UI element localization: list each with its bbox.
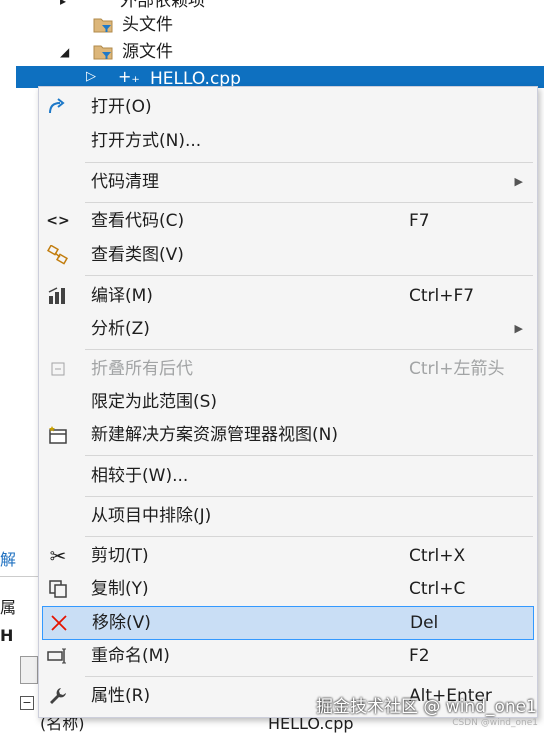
- menu-label: 复制(Y): [91, 579, 149, 599]
- solution-explorer-tab[interactable]: 解: [0, 546, 40, 570]
- context-menu: 打开(O) 打开方式(N)... 代码清理 ▶ <> 查看代码(C) F7 查看…: [38, 86, 538, 718]
- menu-separator: [85, 676, 533, 677]
- menu-item-code-cleanup[interactable]: 代码清理 ▶: [39, 166, 537, 198]
- menu-item-remove[interactable]: 移除(V) Del: [42, 606, 534, 640]
- menu-label: 打开方式(N)...: [91, 131, 202, 151]
- menu-item-open[interactable]: 打开(O): [39, 91, 537, 123]
- class-diagram-icon: [47, 245, 69, 265]
- menu-item-cut[interactable]: ✂ 剪切(T) Ctrl+X: [39, 540, 537, 572]
- menu-item-analyze[interactable]: 分析(Z) ▶: [39, 313, 537, 345]
- tree-row-source-files[interactable]: ◢ 源文件: [0, 39, 544, 65]
- compile-icon: [47, 286, 69, 306]
- collapse-box-icon[interactable]: −: [20, 696, 34, 710]
- collapse-arrow-icon[interactable]: ◢: [60, 39, 69, 65]
- menu-separator: [85, 349, 533, 350]
- menu-label: 折叠所有后代: [91, 359, 193, 379]
- menu-label: 查看类图(V): [91, 245, 184, 265]
- menu-label: 相较于(W)...: [91, 466, 189, 486]
- categorized-icon[interactable]: [20, 656, 38, 684]
- new-window-icon: [47, 425, 69, 445]
- menu-item-rename[interactable]: 重命名(M) F2: [39, 640, 537, 672]
- menu-label: 移除(V): [92, 613, 151, 633]
- watermark: 掘金技术社区 @ wind_one1: [316, 697, 537, 717]
- menu-item-scope-to-this[interactable]: 限定为此范围(S): [39, 386, 537, 418]
- expand-arrow-icon[interactable]: ▷: [86, 66, 96, 88]
- copy-icon: [47, 579, 69, 599]
- menu-item-compile[interactable]: 编译(M) Ctrl+F7: [39, 280, 537, 312]
- menu-separator: [85, 536, 533, 537]
- wrench-icon: [47, 686, 69, 706]
- menu-separator: [85, 496, 533, 497]
- menu-item-view-code[interactable]: <> 查看代码(C) F7: [39, 205, 537, 237]
- csdn-watermark: CSDN @wind_one1: [452, 718, 538, 728]
- menu-item-exclude-from-project[interactable]: 从项目中排除(J): [39, 500, 537, 532]
- menu-item-view-class-diagram[interactable]: 查看类图(V): [39, 239, 537, 271]
- menu-label: 分析(Z): [91, 319, 150, 339]
- menu-item-collapse-all[interactable]: 折叠所有后代 Ctrl+左箭头: [39, 353, 537, 385]
- menu-label: 查看代码(C): [91, 211, 185, 231]
- menu-label: 从项目中排除(J): [91, 506, 212, 526]
- remove-x-icon: [48, 613, 70, 633]
- tree-row-header-files[interactable]: 头文件: [0, 12, 544, 38]
- tree-row-selected-file[interactable]: ▷ +₊ HELLO.cpp: [16, 66, 544, 89]
- divider: [0, 576, 40, 577]
- menu-shortcut: Ctrl+左箭头: [409, 359, 505, 379]
- cpp-file-icon: +₊: [118, 67, 140, 86]
- properties-tab[interactable]: 属: [0, 594, 40, 618]
- menu-item-open-with[interactable]: 打开方式(N)...: [39, 125, 537, 157]
- menu-label: 代码清理: [91, 172, 159, 192]
- menu-label: 限定为此范围(S): [91, 392, 218, 412]
- menu-label: 新建解决方案资源管理器视图(N): [91, 425, 338, 445]
- submenu-arrow-icon: ▶: [514, 175, 523, 188]
- menu-item-copy[interactable]: 复制(Y) Ctrl+C: [39, 573, 537, 605]
- menu-label: 重命名(M): [91, 646, 170, 666]
- filter-folder-icon: [93, 18, 113, 33]
- menu-item-new-explorer-view[interactable]: 新建解决方案资源管理器视图(N): [39, 419, 537, 451]
- menu-shortcut: Del: [410, 613, 439, 633]
- collapse-box-icon: [47, 359, 69, 379]
- submenu-arrow-icon: ▶: [514, 322, 523, 335]
- tree-label: 源文件: [122, 42, 173, 62]
- menu-separator: [85, 275, 533, 276]
- menu-label: 属性(R): [91, 686, 151, 706]
- menu-separator: [85, 162, 533, 163]
- menu-label: 剪切(T): [91, 546, 149, 566]
- menu-shortcut: Ctrl+X: [409, 546, 466, 566]
- tree-label: 头文件: [122, 15, 173, 35]
- menu-shortcut: Ctrl+F7: [409, 286, 475, 306]
- menu-label: 打开(O): [91, 97, 152, 117]
- rename-icon: [47, 646, 69, 666]
- menu-label: 编译(M): [91, 286, 153, 306]
- menu-item-compare-with[interactable]: 相较于(W)...: [39, 460, 537, 492]
- menu-shortcut: F2: [409, 646, 430, 666]
- open-arrow-icon: [47, 97, 69, 117]
- menu-separator: [85, 455, 533, 456]
- properties-header: H: [0, 626, 14, 645]
- menu-separator: [85, 202, 533, 203]
- menu-shortcut: F7: [409, 211, 430, 231]
- code-brackets-icon: <>: [46, 213, 70, 229]
- filter-folder-icon: [93, 45, 113, 60]
- scissors-icon: ✂: [49, 544, 67, 568]
- menu-shortcut: Ctrl+C: [409, 579, 466, 599]
